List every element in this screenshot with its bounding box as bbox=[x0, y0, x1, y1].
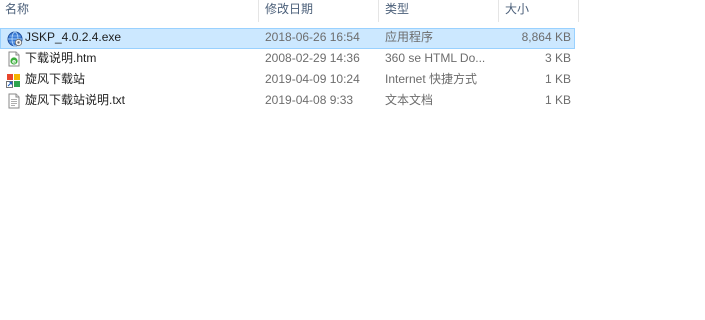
file-name: 下载说明.htm bbox=[25, 51, 97, 65]
column-header-name[interactable]: 名称 bbox=[0, 0, 258, 22]
column-divider[interactable] bbox=[258, 0, 259, 22]
file-size: 3 KB bbox=[544, 51, 571, 65]
file-size: 1 KB bbox=[544, 93, 571, 107]
file-type: 文本文档 bbox=[385, 93, 434, 107]
file-type: 360 se HTML Do... bbox=[385, 51, 486, 65]
file-type: 应用程序 bbox=[385, 30, 434, 44]
file-row-xuanfeng-txt[interactable]: 旋风下载站说明.txt 2019-04-08 9:33 文本文档 1 KB bbox=[0, 91, 575, 112]
file-modified-date: 2008-02-29 14:36 bbox=[265, 51, 360, 65]
file-type: Internet 快捷方式 bbox=[385, 72, 478, 86]
file-row-download-htm[interactable]: e 下载说明.htm 2008-02-29 14:36 360 se HTML … bbox=[0, 49, 575, 70]
svg-text:e: e bbox=[12, 58, 16, 65]
file-name: JSKP_4.0.2.4.exe bbox=[25, 30, 122, 44]
column-header-type[interactable]: 类型 bbox=[380, 0, 498, 22]
column-divider[interactable] bbox=[578, 0, 579, 22]
file-size: 8,864 KB bbox=[521, 30, 571, 44]
file-row-jskp-exe[interactable]: JSKP_4.0.2.4.exe 2018-06-26 16:54 应用程序 8… bbox=[0, 28, 575, 49]
column-divider[interactable] bbox=[378, 0, 379, 22]
column-header-size[interactable]: 大小 bbox=[500, 0, 578, 22]
file-modified-date: 2019-04-09 10:24 bbox=[265, 72, 360, 86]
exe-globe-icon bbox=[7, 31, 23, 47]
column-header-bar: 名称 修改日期 类型 大小 bbox=[0, 0, 579, 22]
html-document-icon: e bbox=[6, 51, 22, 67]
column-divider[interactable] bbox=[498, 0, 499, 22]
file-modified-date: 2018-06-26 16:54 bbox=[265, 30, 360, 44]
file-name: 旋风下载站 bbox=[25, 72, 86, 86]
file-size: 1 KB bbox=[544, 72, 571, 86]
column-header-date[interactable]: 修改日期 bbox=[260, 0, 378, 22]
file-row-xuanfeng-shortcut[interactable]: 旋风下载站 2019-04-09 10:24 Internet 快捷方式 1 K… bbox=[0, 70, 575, 91]
text-file-icon bbox=[6, 93, 22, 109]
file-modified-date: 2019-04-08 9:33 bbox=[265, 93, 354, 107]
file-name: 旋风下载站说明.txt bbox=[25, 93, 126, 107]
internet-shortcut-icon bbox=[6, 72, 22, 88]
